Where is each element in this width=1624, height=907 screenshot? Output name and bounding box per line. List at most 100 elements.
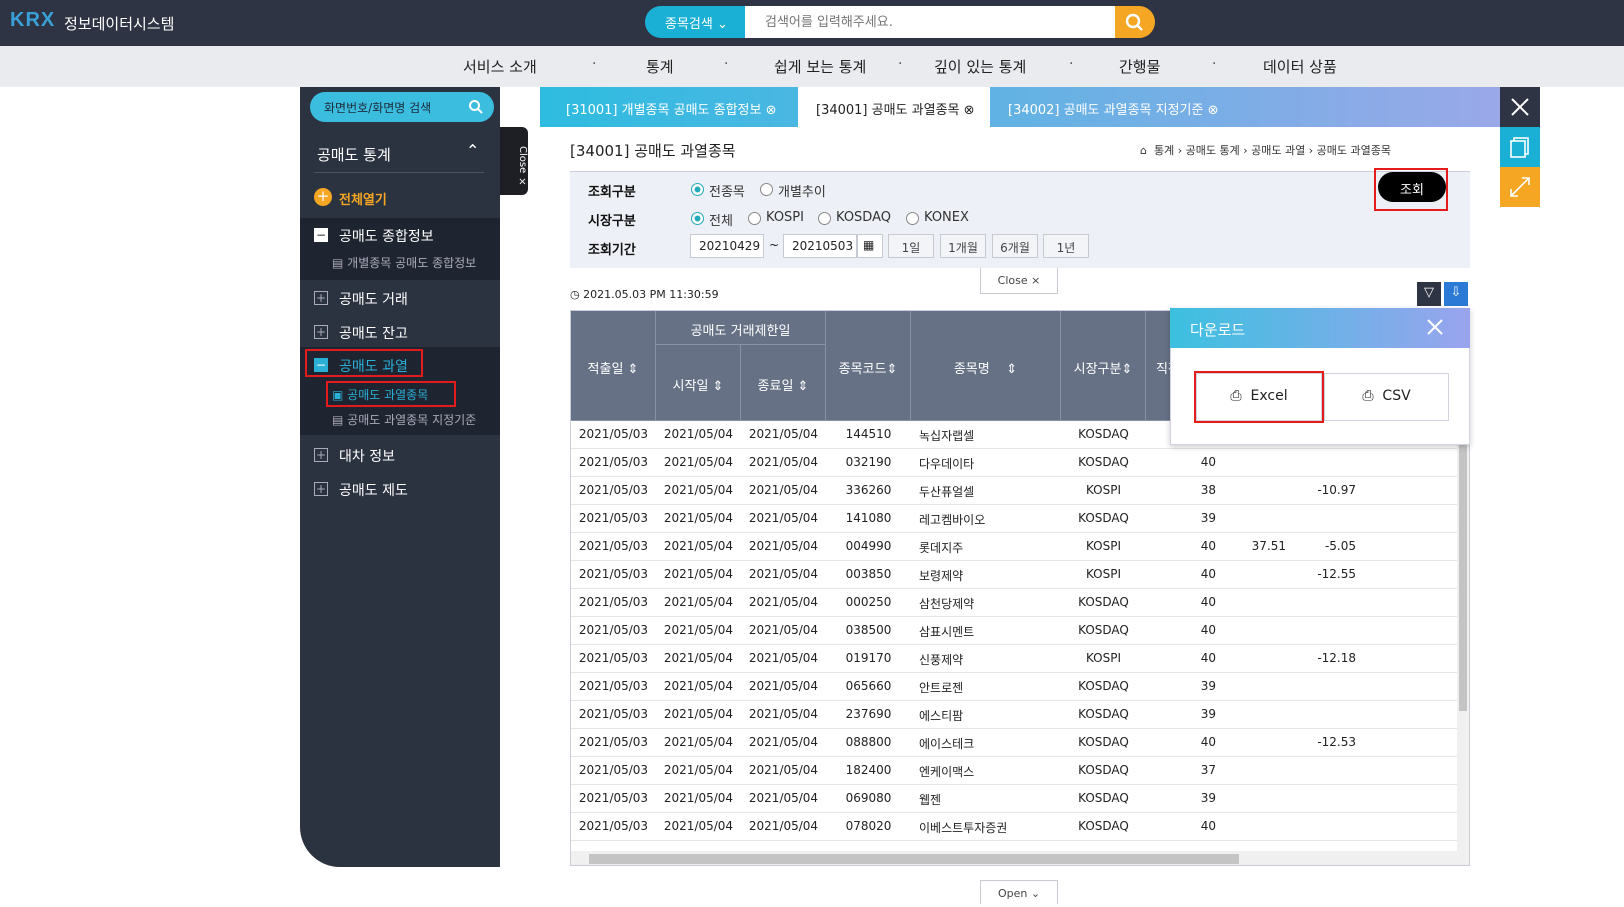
radio-kospi[interactable] [748, 212, 761, 225]
sidebar-sub-item[interactable]: ▤ 개별종목 공매도 종합정보 [332, 254, 476, 271]
col-header-start[interactable]: 시작일 ⇕ [656, 345, 741, 421]
table-row[interactable]: 2021/05/03 2021/05/04 2021/05/04 038500 삼표시멘… [571, 617, 1461, 645]
col-header-code[interactable]: 종목코드⇕ [826, 311, 911, 421]
table-row[interactable]: 2021/05/03 2021/05/04 2021/05/04 237690 에스티팜… [571, 701, 1461, 729]
tab-34002[interactable]: [34002] 공매도 과열종목 지정기준 ⊗ [990, 87, 1240, 127]
sidebar-sub-item[interactable]: ▤ 공매도 과열종목 지정기준 [332, 411, 476, 428]
nav-dot: · [724, 56, 729, 72]
table-row[interactable]: 2021/05/03 2021/05/04 2021/05/04 336260 두산퓨얼… [571, 477, 1461, 505]
download-icon[interactable]: ⇩ [1444, 282, 1468, 306]
table-row[interactable]: 2021/05/03 2021/05/04 2021/05/04 003850 보령제약… [571, 561, 1461, 589]
close-icon[interactable] [1500, 87, 1540, 127]
sidebar-item-summary[interactable]: 공매도 종합정보 [339, 226, 434, 246]
scrollbar-thumb[interactable] [589, 854, 1239, 864]
expand-icon[interactable] [1500, 167, 1540, 207]
nav-stats[interactable]: 통계 [646, 56, 674, 77]
sidebar-close[interactable]: Close × [500, 127, 528, 195]
table-cell: 144510 [845, 427, 892, 441]
vertical-scrollbar[interactable] [1457, 421, 1469, 851]
search-type-select[interactable]: 종목검색 ⌄ [645, 6, 745, 38]
plus-icon[interactable]: + [314, 448, 328, 462]
copy-icon[interactable] [1500, 127, 1540, 167]
plus-icon[interactable]: + [314, 291, 328, 305]
site-title[interactable]: 정보데이터시스템 [64, 13, 174, 34]
timestamp: ◷ 2021.05.03 PM 11:30:59 [570, 288, 719, 301]
table-row[interactable]: 2021/05/03 2021/05/04 2021/05/04 141080 레고켐바… [571, 505, 1461, 533]
table-cell: 녹십자랩셀 [919, 429, 975, 443]
sidebar-item-balance[interactable]: 공매도 잔고 [339, 323, 408, 343]
search-button[interactable] [1115, 6, 1155, 38]
sidebar-search[interactable]: 화면번호/화면명 검색 [310, 92, 494, 122]
period-6m[interactable]: 6개월 [992, 234, 1038, 258]
plus-icon[interactable]: + [314, 325, 328, 339]
period-1y[interactable]: 1년 [1043, 234, 1089, 258]
krx-logo[interactable]: KRX [10, 9, 55, 32]
nav-dot: · [1069, 56, 1074, 72]
table-cell: -12.18 [1317, 651, 1356, 665]
radio-kosdaq[interactable] [818, 212, 831, 225]
table-row[interactable]: 2021/05/03 2021/05/04 2021/05/04 078020 이베스트… [571, 813, 1461, 841]
table-row[interactable]: 2021/05/03 2021/05/04 2021/05/04 065660 안트로젠… [571, 673, 1461, 701]
nav-data-products[interactable]: 데이터 상품 [1263, 56, 1337, 77]
table-cell: 2021/05/03 [578, 735, 649, 749]
horizontal-scrollbar[interactable] [571, 851, 1469, 865]
filter-icon[interactable]: ▽ [1417, 282, 1441, 306]
col-header-date[interactable]: 적출일 ⇕ [571, 311, 656, 421]
table-row[interactable]: 2021/05/03 2021/05/04 2021/05/04 019170 신풍제약… [571, 645, 1461, 673]
table-cell: 보령제약 [919, 569, 964, 583]
plus-circle-icon: + [314, 188, 332, 206]
minus-icon[interactable]: − [314, 228, 328, 242]
table-cell: 065660 [845, 679, 892, 693]
table-row[interactable]: 2021/05/03 2021/05/04 2021/05/04 088800 에이스테… [571, 729, 1461, 757]
plus-icon[interactable]: + [314, 482, 328, 496]
radio-all-stocks[interactable] [691, 183, 704, 196]
table-cell: 2021/05/03 [578, 791, 649, 805]
condition-close[interactable]: Close × [980, 268, 1058, 294]
table-cell: 삼표시멘트 [919, 625, 975, 639]
calendar-icon[interactable]: ▦ [857, 234, 883, 258]
tab-34001[interactable]: [34001] 공매도 과열종목 ⊗ [798, 87, 990, 127]
scrollbar-thumb[interactable] [1459, 441, 1467, 711]
radio-individual[interactable] [760, 183, 773, 196]
nav-easy-stats[interactable]: 쉽게 보는 통계 [774, 56, 866, 77]
nav-publications[interactable]: 간행물 [1119, 56, 1160, 77]
col-header-name[interactable]: 종목명 ⇕ [911, 311, 1061, 421]
table-row[interactable]: 2021/05/03 2021/05/04 2021/05/04 000250 삼천당제… [571, 589, 1461, 617]
divider [314, 172, 484, 173]
table-cell: 37 [1200, 763, 1216, 777]
table-row[interactable]: 2021/05/03 2021/05/04 2021/05/04 004990 롯데지주… [571, 533, 1461, 561]
col-header-end[interactable]: 종료일 ⇕ [741, 345, 826, 421]
csv-button[interactable]: ⎙ CSV [1324, 373, 1449, 421]
open-all[interactable]: 전체열기 [339, 189, 387, 208]
date-from[interactable]: 20210429 [690, 234, 764, 258]
period-1d[interactable]: 1일 [888, 234, 934, 258]
tab-31001[interactable]: [31001] 개별종목 공매도 종합정보 ⊗ [548, 87, 798, 127]
nav-service[interactable]: 서비스 소개 [463, 56, 537, 77]
radio-market-all[interactable] [691, 212, 704, 225]
sidebar-section-title[interactable]: 공매도 통계 [317, 144, 391, 165]
sidebar-item-system[interactable]: 공매도 제도 [339, 480, 408, 500]
table-row[interactable]: 2021/05/03 2021/05/04 2021/05/04 032190 다우데이… [571, 449, 1461, 477]
table-cell: 롯데지주 [919, 541, 964, 555]
search-input[interactable] [745, 6, 1115, 38]
table-cell: 2021/05/04 [748, 763, 819, 777]
minus-icon[interactable]: − [314, 358, 328, 372]
chevron-up-icon[interactable]: ⌃ [466, 141, 479, 160]
col-header-market[interactable]: 시장구분⇕ [1061, 311, 1146, 421]
nav-deep-stats[interactable]: 깊이 있는 통계 [934, 56, 1026, 77]
table-cell: 2021/05/04 [748, 595, 819, 609]
table-row[interactable]: 2021/05/03 2021/05/04 2021/05/04 069080 웹젠 KO… [571, 785, 1461, 813]
table-row[interactable]: 2021/05/03 2021/05/04 2021/05/04 182400 엔케이맥… [571, 757, 1461, 785]
sidebar-sub-item-active[interactable]: ▣ 공매도 과열종목 [332, 386, 428, 403]
home-icon[interactable]: ⌂ [1140, 144, 1147, 157]
query-button[interactable]: 조회 [1378, 172, 1446, 202]
sidebar-item-loan[interactable]: 대차 정보 [339, 446, 395, 466]
period-1m[interactable]: 1개월 [940, 234, 986, 258]
radio-konex[interactable] [906, 212, 919, 225]
open-button[interactable]: Open ⌄ [980, 880, 1058, 904]
date-to[interactable]: 20210503 [783, 234, 857, 258]
sidebar-item-trade[interactable]: 공매도 거래 [339, 289, 408, 309]
close-icon[interactable] [1420, 312, 1450, 342]
table-cell: 2021/05/04 [748, 455, 819, 469]
sidebar-item-overheat[interactable]: 공매도 과열 [339, 356, 408, 376]
